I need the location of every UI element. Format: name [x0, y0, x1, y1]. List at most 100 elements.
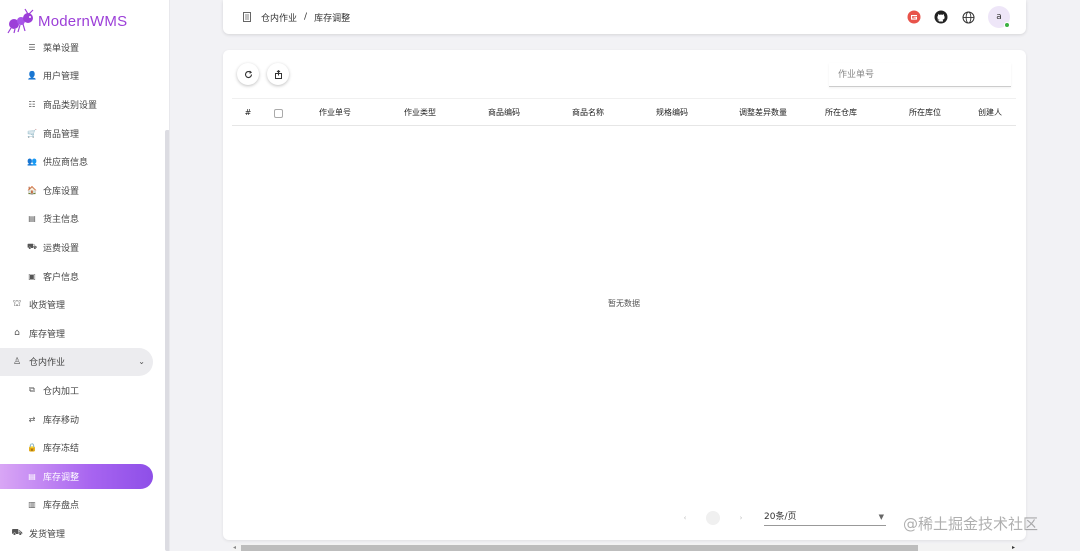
scroll-left-icon[interactable]: ◂ — [233, 544, 236, 551]
category-icon: ☷ — [28, 99, 36, 109]
page-current[interactable] — [706, 511, 720, 525]
chevron-down-icon[interactable]: ⌄ — [138, 357, 145, 366]
scroll-right-icon[interactable]: ▸ — [1012, 544, 1015, 551]
sidebar-item-label: 供应商信息 — [43, 158, 89, 169]
col-job-type[interactable]: 作业类型 — [389, 99, 451, 127]
sidebar-item-move[interactable]: ⇄ 库存移动 — [0, 405, 165, 434]
prev-page-icon[interactable]: ‹ — [678, 511, 692, 525]
header-actions: a — [894, 6, 1010, 28]
col-warehouse[interactable]: 所在仓库 — [810, 99, 872, 127]
adjust-icon: ▤ — [28, 471, 36, 481]
breadcrumb-separator: / — [304, 12, 308, 22]
sidebar-item-freight[interactable]: ⛟ 运费设置 — [0, 233, 165, 262]
sidebar-item-user[interactable]: 👤 用户管理 — [0, 62, 165, 91]
brand[interactable]: ModernWMS — [6, 8, 127, 34]
sidebar-item-label: 仓内作业 — [29, 358, 66, 369]
sidebar-item-label: 客户信息 — [43, 272, 80, 283]
cart-icon: 🛒 — [27, 128, 37, 138]
sidebar-item-label: 仓内加工 — [43, 386, 80, 397]
count-icon: ▥ — [28, 500, 36, 510]
sidebar-item-label: 库存盘点 — [43, 501, 80, 512]
breadcrumb-item-parent[interactable]: 仓内作业 — [261, 11, 297, 24]
next-page-icon[interactable]: › — [734, 511, 748, 525]
sidebar-item-list[interactable]: ☰ 菜单设置 — [0, 33, 165, 62]
col-creator[interactable]: 创建人 — [978, 99, 1016, 127]
sidebar-item-owner-card[interactable]: ▤ 货主信息 — [0, 205, 165, 234]
sidebar: ModernWMS ☰ 菜单设置 👤 用户管理 ☷ 商品类别设置 🛒 商品管理 👥 供应商信息 🏠 仓… — [0, 0, 170, 551]
table-header: # 作业单号 作业类型 商品编码 商品名称 规格编码 调整差异数量 所在仓库 所… — [232, 98, 1016, 126]
customer-icon: ▣ — [28, 271, 36, 281]
sidebar-item-freeze[interactable]: 🔒 库存冻结 — [0, 433, 165, 462]
owner-card-icon: ▤ — [28, 214, 36, 224]
sidebar-item-label: 库存移动 — [43, 415, 80, 426]
processing-icon: ⧉ — [29, 385, 35, 395]
col-spec-code[interactable]: 规格编码 — [641, 99, 703, 127]
page-size-value: 20条/页 — [764, 512, 797, 522]
sidebar-item-label: 用户管理 — [43, 72, 80, 83]
sidebar-item-label: 库存调整 — [43, 472, 80, 483]
warehouse-icon: 🏠 — [27, 185, 37, 195]
sidebar-item-count[interactable]: ▥ 库存盘点 — [0, 491, 165, 520]
sidebar-item-label: 商品管理 — [43, 129, 80, 140]
top-header: 仓内作业 / 库存调整 a — [223, 0, 1026, 34]
sidebar-item-warehouse-ops[interactable]: ♙ 仓内作业 ⌄ — [0, 347, 153, 377]
export-button[interactable] — [267, 63, 289, 85]
sidebar-item-label: 菜单设置 — [43, 43, 80, 54]
refresh-icon — [244, 70, 252, 78]
main-card: # 作业单号 作业类型 商品编码 商品名称 规格编码 调整差异数量 所在仓库 所… — [223, 50, 1026, 551]
sidebar-item-label: 运费设置 — [43, 243, 80, 254]
github-icon[interactable] — [934, 10, 948, 24]
sidebar-item-customer[interactable]: ▣ 客户信息 — [0, 262, 165, 291]
user-avatar[interactable]: a — [988, 6, 1010, 28]
sidebar-item-label: 收货管理 — [29, 301, 66, 312]
page-size-select[interactable]: 20条/页 ▼ — [764, 509, 886, 526]
online-status-dot — [1004, 22, 1010, 28]
breadcrumb-item-current: 库存调整 — [314, 13, 351, 24]
col-location[interactable]: 所在库位 — [894, 99, 956, 127]
user-icon: 👤 — [27, 71, 37, 81]
refresh-button[interactable] — [237, 63, 259, 85]
horizontal-scrollbar[interactable]: ◂ ▸ — [232, 544, 1016, 551]
breadcrumb-doc-icon — [242, 12, 252, 22]
brand-name: ModernWMS — [38, 12, 128, 30]
col-qty-diff[interactable]: 调整差异数量 — [723, 99, 803, 127]
sidebar-item-cart[interactable]: 🛒 商品管理 — [0, 119, 165, 148]
data-table: # 作业单号 作业类型 商品编码 商品名称 规格编码 调整差异数量 所在仓库 所… — [232, 98, 1016, 551]
sidebar-scrollbar[interactable] — [165, 130, 169, 551]
export-icon — [274, 69, 282, 79]
sidebar-item-category[interactable]: ☷ 商品类别设置 — [0, 90, 165, 119]
search-field[interactable] — [829, 63, 1011, 87]
sidebar-item-label: 库存冻结 — [43, 444, 80, 455]
avatar-letter: a — [996, 12, 1002, 22]
watermark: @稀土掘金技术社区 — [903, 515, 1039, 533]
sidebar-item-label: 货主信息 — [43, 215, 80, 226]
sidebar-item-stock[interactable]: ⌂ 库存管理 — [0, 319, 165, 348]
globe-language-icon[interactable] — [961, 10, 975, 24]
sidebar-item-label: 商品类别设置 — [43, 100, 98, 111]
col-sku-code[interactable]: 商品编码 — [473, 99, 535, 127]
scrollbar-thumb[interactable] — [241, 545, 918, 551]
stock-icon: ⌂ — [14, 328, 20, 339]
breadcrumb: 仓内作业 / 库存调整 — [261, 11, 350, 24]
sidebar-item-processing[interactable]: ⧉ 仓内加工 — [0, 376, 165, 405]
sidebar-item-label: 发货管理 — [29, 529, 66, 540]
sidebar-item-receiving[interactable]: ⛫ 收货管理 — [0, 290, 165, 319]
sidebar-item-warehouse[interactable]: 🏠 仓库设置 — [0, 176, 165, 205]
select-all-checkbox[interactable] — [274, 109, 283, 118]
col-index: # — [244, 108, 252, 117]
empty-state-text: 暂无数据 — [608, 299, 640, 308]
dropdown-arrow-icon: ▼ — [878, 513, 884, 521]
pagination: ‹ › — [678, 510, 762, 526]
supplier-icon: 👥 — [27, 157, 37, 167]
sidebar-item-adjust[interactable]: ▤ 库存调整 — [0, 463, 153, 489]
sidebar-item-label: 库存管理 — [29, 329, 66, 340]
col-sku-name[interactable]: 商品名称 — [557, 99, 619, 127]
search-input[interactable] — [829, 63, 1011, 86]
gitee-icon[interactable] — [907, 10, 921, 24]
receiving-icon: ⛫ — [12, 299, 22, 310]
shipping-icon: ⛟ — [11, 527, 23, 538]
sidebar-item-shipping[interactable]: ⛟ 发货管理 — [0, 519, 165, 548]
sidebar-item-supplier[interactable]: 👥 供应商信息 — [0, 147, 165, 176]
move-icon: ⇄ — [28, 414, 36, 424]
col-order-no[interactable]: 作业单号 — [304, 99, 366, 127]
